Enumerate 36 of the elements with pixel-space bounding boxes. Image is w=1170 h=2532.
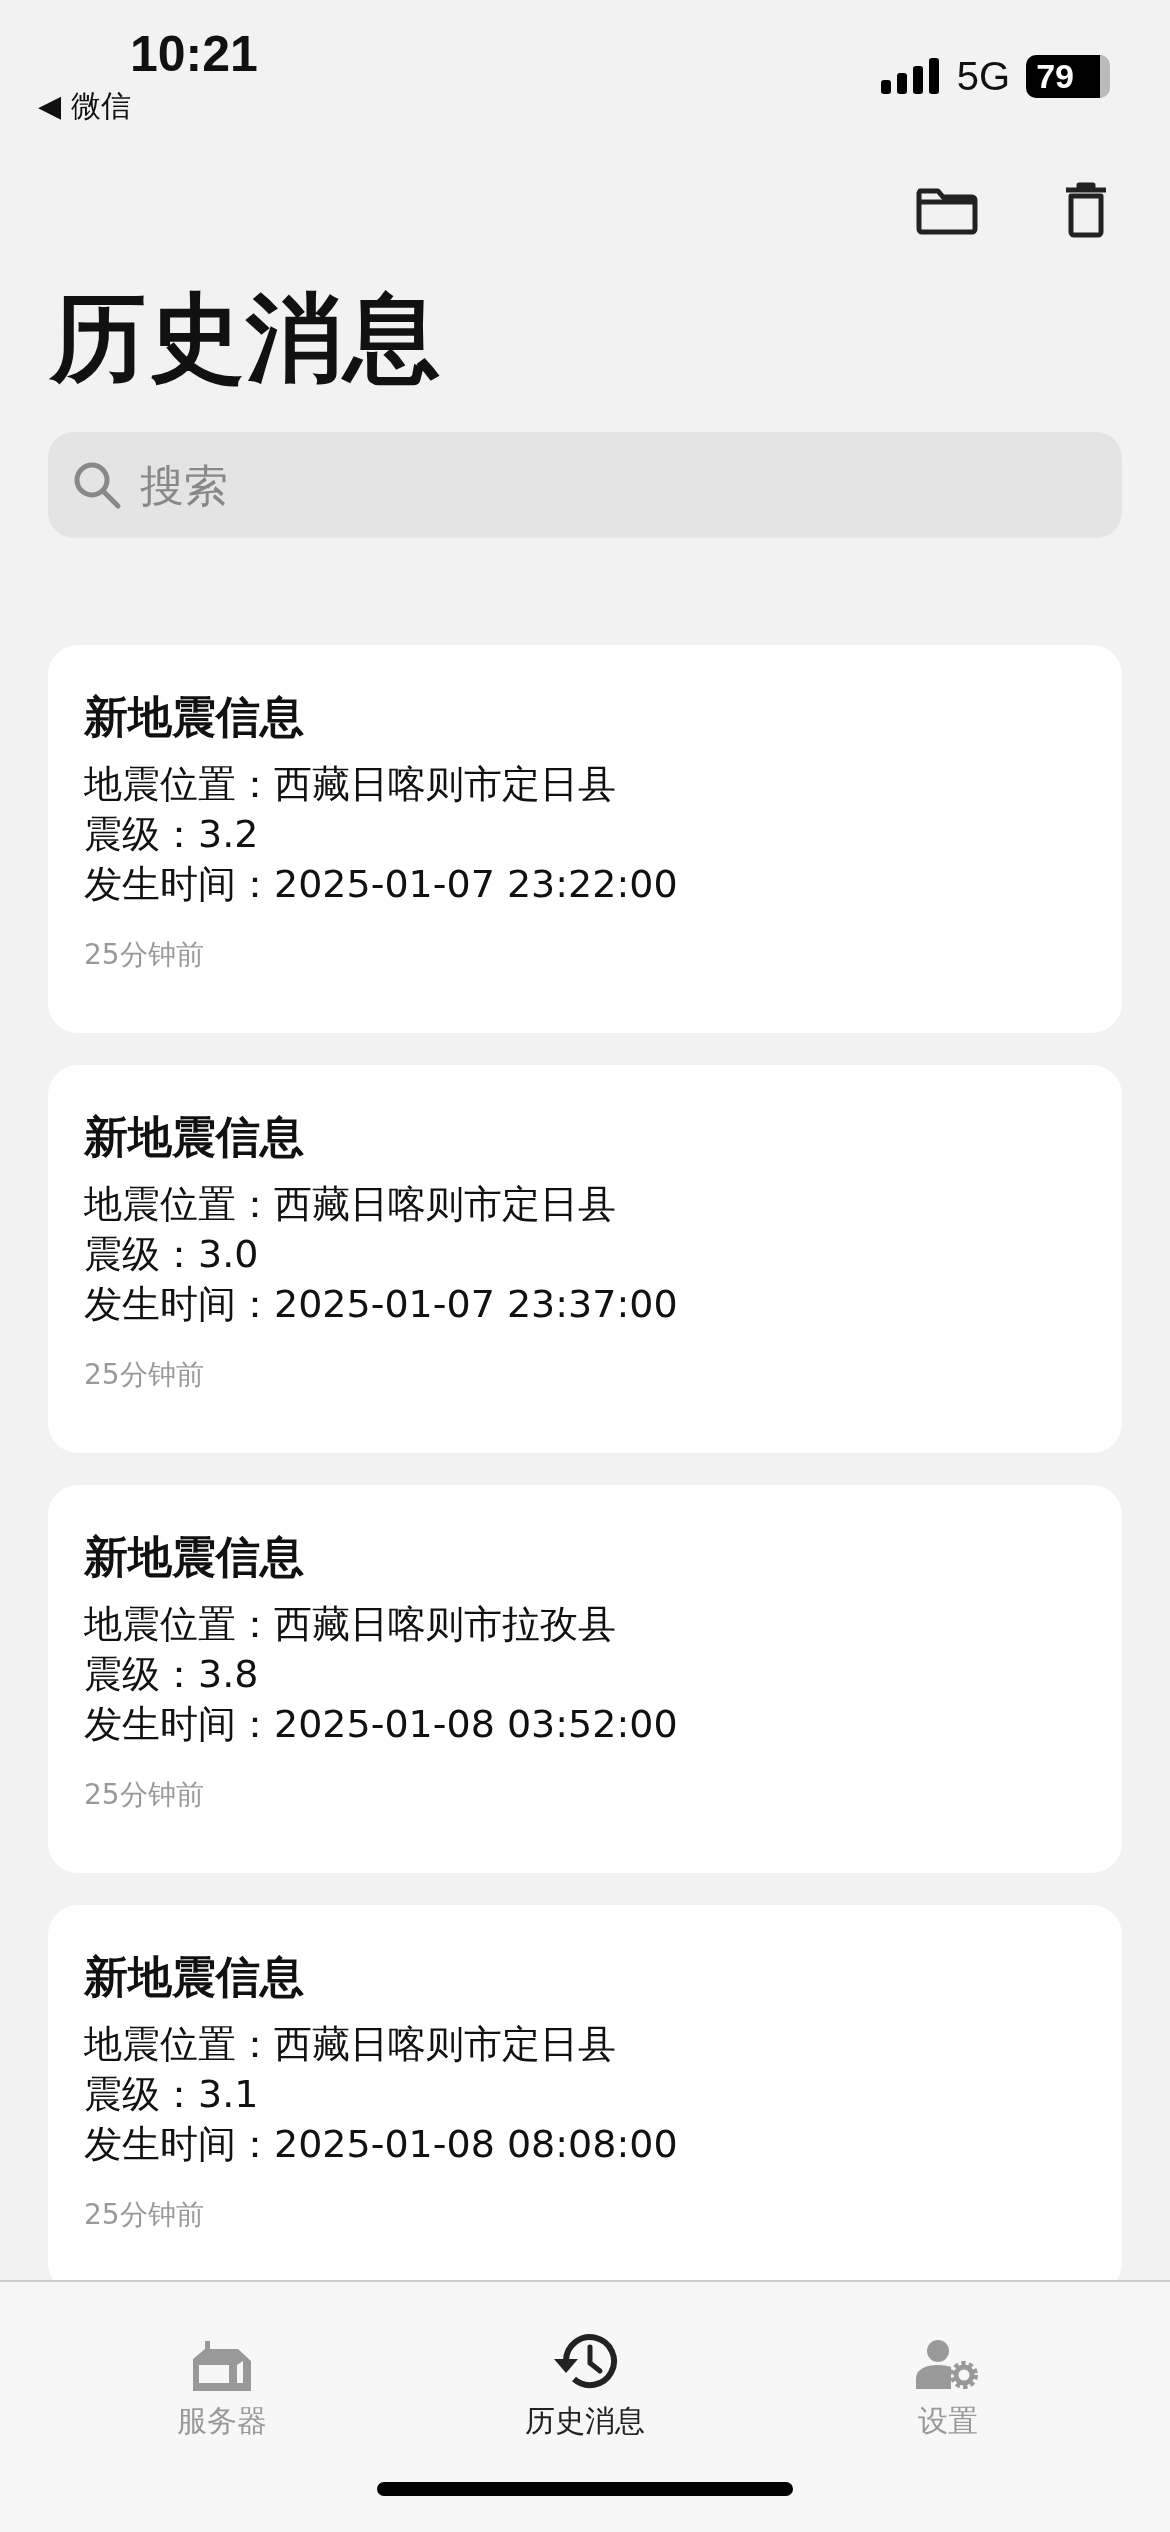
message-card[interactable]: 新地震信息 地震位置：西藏日喀则市定日县 震级：3.0 发生时间：2025-01-07 23:37:00 25分钟前 bbox=[48, 1065, 1122, 1453]
message-title: 新地震信息 bbox=[84, 1110, 305, 1164]
message-card[interactable]: 新地震信息 地震位置：西藏日喀则市定日县 震级：3.1 发生时间：2025-01-08 08:08:00 25分钟前 bbox=[48, 1905, 1122, 2280]
message-line: 震级：3.1 bbox=[84, 2071, 260, 2118]
search-field[interactable]: 搜索 bbox=[48, 432, 1122, 538]
message-line: 发生时间：2025-01-07 23:37:00 bbox=[84, 1281, 679, 1328]
message-line: 发生时间：2025-01-08 03:52:00 bbox=[84, 1701, 679, 1748]
user-settings-icon bbox=[916, 2339, 981, 2391]
tab[interactable]: 历史消息 bbox=[435, 2312, 735, 2442]
message-line: 震级：3.8 bbox=[84, 1651, 260, 1698]
message-line: 地震位置：西藏日喀则市定日县 bbox=[84, 761, 617, 808]
message-title: 新地震信息 bbox=[84, 690, 305, 744]
message-line: 震级：3.2 bbox=[84, 811, 260, 858]
battery-indicator: 79 bbox=[1026, 54, 1110, 98]
page-title: 历史消息 bbox=[48, 281, 443, 396]
message-line: 地震位置：西藏日喀则市定日县 bbox=[84, 2021, 617, 2068]
signal-icon bbox=[880, 58, 941, 94]
message-line: 地震位置：西藏日喀则市拉孜县 bbox=[84, 1601, 617, 1648]
message-title: 新地震信息 bbox=[84, 1530, 305, 1584]
message-age: 25分钟前 bbox=[84, 2197, 205, 2233]
back-link[interactable]: ◀ 微信 bbox=[38, 84, 258, 128]
network-label: 5G bbox=[956, 53, 1011, 99]
message-line: 震级：3.0 bbox=[84, 1231, 260, 1278]
trash-icon[interactable] bbox=[1064, 182, 1108, 238]
status-time: 10:21 bbox=[130, 25, 258, 84]
house-icon bbox=[190, 2341, 253, 2391]
message-title: 新地震信息 bbox=[84, 1950, 305, 2004]
history-icon bbox=[552, 2331, 618, 2391]
message-age: 25分钟前 bbox=[84, 1777, 205, 1813]
message-line: 发生时间：2025-01-08 08:08:00 bbox=[84, 2121, 679, 2168]
message-age: 25分钟前 bbox=[84, 937, 205, 973]
message-line: 地震位置：西藏日喀则市定日县 bbox=[84, 1181, 617, 1228]
message-card[interactable]: 新地震信息 地震位置：西藏日喀则市定日县 震级：3.2 发生时间：2025-01-07 23:22:00 25分钟前 bbox=[48, 645, 1122, 1033]
message-age: 25分钟前 bbox=[84, 1357, 205, 1393]
message-card[interactable]: 新地震信息 地震位置：西藏日喀则市拉孜县 震级：3.8 发生时间：2025-01-08 03:52:00 25分钟前 bbox=[48, 1485, 1122, 1873]
message-line: 发生时间：2025-01-07 23:22:00 bbox=[84, 861, 679, 908]
